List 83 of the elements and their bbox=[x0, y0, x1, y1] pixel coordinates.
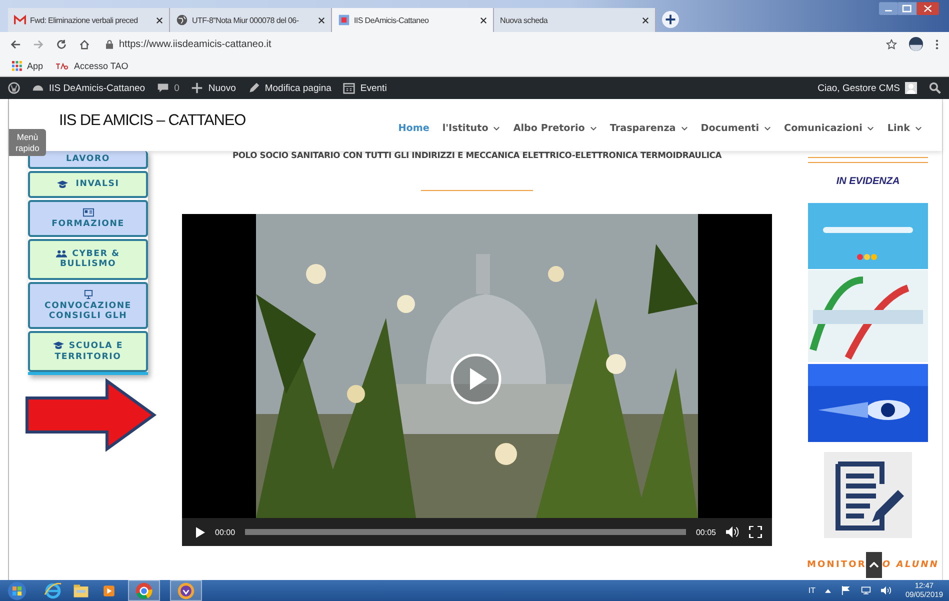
close-icon[interactable] bbox=[318, 16, 325, 24]
close-icon[interactable] bbox=[642, 16, 649, 24]
address-field[interactable]: https://www.iisdeamicis-cattaneo.it bbox=[119, 38, 272, 50]
language-indicator[interactable]: IT bbox=[808, 586, 816, 595]
new-tab-icon[interactable] bbox=[662, 11, 679, 28]
network-icon[interactable] bbox=[861, 586, 872, 595]
pencil-icon bbox=[248, 82, 260, 94]
bookmark-icon bbox=[55, 62, 70, 70]
quick-menu-tab[interactable]: Menù rapido bbox=[9, 129, 46, 156]
section-heading: IN EVIDENZA bbox=[836, 176, 900, 187]
caret-icon[interactable] bbox=[825, 588, 832, 592]
flag-icon[interactable] bbox=[841, 586, 852, 595]
chrome-icon bbox=[135, 582, 153, 600]
browser-tab[interactable]: UTF-8''Nota Miur 000078 del 06- bbox=[170, 8, 332, 32]
folder-icon[interactable] bbox=[72, 582, 90, 600]
document-edit-icon[interactable] bbox=[824, 452, 912, 538]
graduation-cap-icon bbox=[52, 341, 64, 350]
close-icon[interactable] bbox=[480, 16, 487, 24]
nav-link[interactable]: l'Istituto bbox=[442, 122, 500, 134]
section-title: O ALUNN bbox=[882, 560, 939, 570]
menu-icon[interactable] bbox=[935, 38, 939, 50]
reload-icon[interactable] bbox=[56, 38, 67, 50]
scroll-to-top-button[interactable] bbox=[866, 552, 882, 578]
quick-menu-button[interactable]: CONVOCAZIONE CONSIGLI GLH bbox=[28, 282, 148, 330]
browser-tab[interactable]: Nuova scheda bbox=[494, 8, 656, 32]
star-icon[interactable] bbox=[886, 38, 897, 50]
browser-tab[interactable]: IIS DeAmicis-Cattaneo bbox=[332, 8, 494, 32]
volume-icon[interactable] bbox=[726, 526, 739, 538]
quick-menu-button[interactable]: CYBER & BULLISMO bbox=[28, 238, 148, 280]
current-time: 00:00 bbox=[215, 528, 236, 536]
mail-icon bbox=[14, 14, 26, 26]
comments-link[interactable]: 0 bbox=[157, 82, 180, 94]
quick-menu-button[interactable]: FORMAZIONE bbox=[28, 200, 148, 237]
back-icon[interactable] bbox=[10, 38, 21, 50]
quick-menu-button[interactable]: INVALSI bbox=[28, 171, 148, 198]
plus-icon bbox=[191, 82, 204, 94]
nav-link[interactable]: Documenti bbox=[700, 122, 772, 134]
nav-link[interactable]: Trasparenza bbox=[610, 122, 688, 134]
fullscreen-icon[interactable] bbox=[749, 526, 762, 538]
bookmark[interactable]: Accesso TAO bbox=[55, 61, 128, 71]
chrome-taskbar-button[interactable] bbox=[128, 580, 160, 601]
admin-site-link[interactable]: IIS DeAmicis-Cattaneo bbox=[32, 82, 146, 94]
volume-icon[interactable] bbox=[881, 586, 892, 595]
tagline: POLO SOCIO SANITARIO CON TUTTI GLI INDIRIZZI E MECCANICA ELETTRICO-ELETTRONICA TERMOIDRAULICA bbox=[232, 151, 722, 160]
group-icon bbox=[56, 249, 68, 258]
events-link[interactable]: Eventi bbox=[343, 82, 387, 94]
id-card-icon bbox=[82, 208, 94, 217]
edit-page-link[interactable]: Modifica pagina bbox=[248, 82, 332, 94]
quick-menu-button[interactable]: LAVORO bbox=[28, 151, 148, 170]
arrow-icon bbox=[25, 378, 157, 452]
site-icon bbox=[338, 14, 350, 26]
site-logo[interactable]: IIS DE AMICIS – CATTANEO bbox=[59, 112, 246, 130]
presentation-icon bbox=[82, 290, 94, 299]
section-title: MONITOR bbox=[807, 560, 866, 570]
nav-link[interactable]: Link bbox=[887, 122, 922, 134]
nav-link[interactable]: Albo Pretorio bbox=[513, 122, 597, 134]
avatar-icon[interactable] bbox=[909, 37, 923, 51]
play-icon[interactable] bbox=[196, 526, 205, 538]
quick-menu-button[interactable]: SCUOLA E TERRITORIO bbox=[28, 331, 148, 372]
user-icon bbox=[905, 82, 917, 94]
apps-grid-icon bbox=[12, 61, 22, 71]
graduation-cap-icon bbox=[56, 180, 68, 189]
start-button-icon[interactable] bbox=[6, 580, 28, 600]
bookmark[interactable]: App bbox=[12, 61, 44, 71]
calendar-icon bbox=[343, 82, 356, 94]
wordpress-icon[interactable] bbox=[8, 82, 20, 94]
duration: 00:05 bbox=[696, 528, 716, 536]
window-controls-icon[interactable] bbox=[879, 2, 939, 16]
lock-icon bbox=[106, 40, 113, 48]
home-icon[interactable] bbox=[79, 38, 90, 50]
new-link[interactable]: Nuovo bbox=[191, 82, 236, 94]
close-icon[interactable] bbox=[156, 16, 163, 24]
comment-icon bbox=[157, 82, 170, 94]
nav-link[interactable]: Comunicazioni bbox=[784, 122, 874, 134]
browser-icon[interactable] bbox=[44, 582, 62, 600]
nav-link[interactable]: Home bbox=[398, 122, 430, 134]
app-taskbar-button[interactable] bbox=[170, 580, 202, 601]
account-link[interactable]: Ciao, Gestore CMS bbox=[818, 82, 917, 94]
browser-tab[interactable]: Fwd: Eliminazione verbali preced bbox=[8, 8, 170, 32]
search-icon[interactable] bbox=[929, 82, 941, 94]
progress-track[interactable] bbox=[245, 529, 686, 535]
caret-icon bbox=[869, 562, 880, 568]
play-button-icon[interactable] bbox=[450, 353, 502, 405]
